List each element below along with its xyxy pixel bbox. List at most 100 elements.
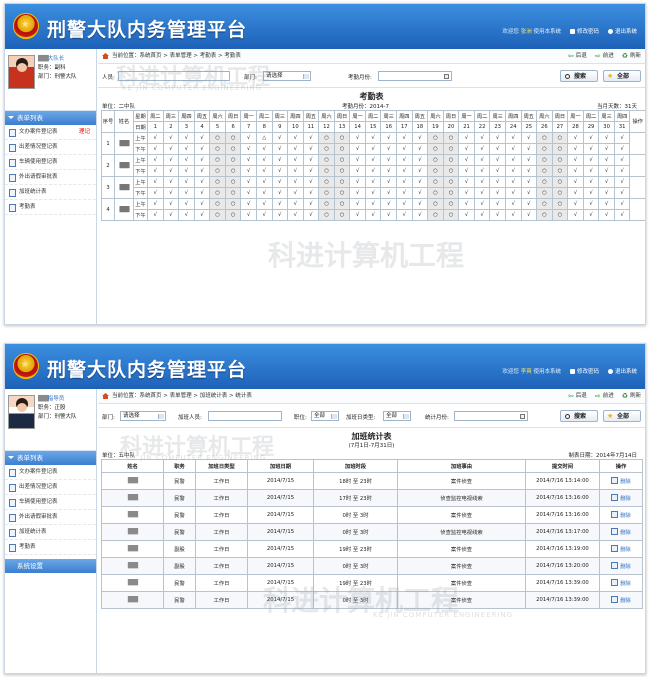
attendance-mark[interactable]: √ bbox=[473, 198, 491, 210]
attendance-mark[interactable]: √ bbox=[567, 187, 584, 199]
attendance-mark[interactable]: √ bbox=[162, 132, 180, 144]
sidebar-item-business-trip[interactable]: 出差情况登记表 bbox=[5, 480, 96, 495]
attendance-mark[interactable]: ○ bbox=[427, 176, 444, 188]
attendance-mark[interactable]: √ bbox=[489, 187, 506, 199]
attendance-mark[interactable]: √ bbox=[396, 198, 413, 210]
attendance-mark[interactable]: ○ bbox=[427, 165, 444, 177]
dept-select[interactable]: 请选择 bbox=[120, 411, 166, 421]
attendance-mark[interactable]: √ bbox=[504, 143, 522, 155]
attendance-mark[interactable]: ○ bbox=[551, 176, 569, 188]
attendance-mark[interactable]: √ bbox=[162, 187, 180, 199]
attendance-mark[interactable]: √ bbox=[255, 165, 273, 177]
month-input[interactable] bbox=[454, 411, 528, 421]
attendance-mark[interactable]: ○ bbox=[442, 132, 460, 144]
attendance-mark[interactable]: √ bbox=[504, 209, 522, 221]
forward-button[interactable]: ⇨ 前进 bbox=[595, 389, 614, 404]
sidebar-item-vehicle-usage[interactable]: 车辆使用登记表 bbox=[5, 495, 96, 510]
attendance-mark[interactable]: √ bbox=[302, 176, 320, 188]
attendance-mark[interactable]: √ bbox=[613, 187, 631, 199]
post-select[interactable]: 全部 bbox=[311, 411, 339, 421]
attendance-mark[interactable]: √ bbox=[598, 198, 615, 210]
attendance-mark[interactable]: ○ bbox=[224, 165, 242, 177]
attendance-mark[interactable]: ○ bbox=[209, 154, 226, 166]
attendance-mark[interactable]: √ bbox=[396, 209, 413, 221]
attendance-mark[interactable]: ○ bbox=[551, 187, 569, 199]
attendance-mark[interactable]: √ bbox=[520, 154, 538, 166]
attendance-mark[interactable]: ○ bbox=[318, 209, 335, 221]
attendance-mark[interactable]: √ bbox=[458, 187, 475, 199]
attendance-mark[interactable]: √ bbox=[458, 143, 475, 155]
attendance-mark[interactable]: √ bbox=[271, 209, 289, 221]
attendance-mark[interactable]: √ bbox=[287, 187, 304, 199]
attendance-mark[interactable]: √ bbox=[520, 143, 538, 155]
attendance-mark[interactable]: √ bbox=[147, 132, 164, 144]
attendance-mark[interactable]: √ bbox=[613, 165, 631, 177]
attendance-mark[interactable]: √ bbox=[380, 154, 397, 166]
attendance-mark[interactable]: √ bbox=[380, 132, 397, 144]
attendance-mark[interactable]: ○ bbox=[442, 209, 460, 221]
attendance-mark[interactable]: ○ bbox=[536, 187, 553, 199]
attendance-mark[interactable]: √ bbox=[582, 198, 600, 210]
attendance-mark[interactable]: √ bbox=[473, 176, 491, 188]
row-op[interactable] bbox=[629, 198, 645, 221]
attendance-mark[interactable]: √ bbox=[411, 165, 429, 177]
back-button[interactable]: ⇦ 后退 bbox=[568, 389, 587, 404]
attendance-mark[interactable]: √ bbox=[582, 143, 600, 155]
show-all-button[interactable]: ★ 全部 bbox=[603, 410, 641, 422]
attendance-mark[interactable]: √ bbox=[349, 209, 366, 221]
attendance-mark[interactable]: √ bbox=[520, 209, 538, 221]
attendance-mark[interactable]: √ bbox=[193, 187, 211, 199]
attendance-mark[interactable]: √ bbox=[349, 165, 366, 177]
type-select[interactable]: 全部 bbox=[383, 411, 411, 421]
sidebar-item-leave-approval[interactable]: 外出请假审批表 bbox=[5, 170, 96, 185]
attendance-mark[interactable]: ○ bbox=[333, 187, 351, 199]
attendance-mark[interactable]: √ bbox=[411, 132, 429, 144]
person-input[interactable] bbox=[118, 71, 230, 81]
attendance-mark[interactable]: √ bbox=[255, 143, 273, 155]
attendance-mark[interactable]: ○ bbox=[333, 176, 351, 188]
attendance-mark[interactable]: ○ bbox=[427, 132, 444, 144]
menu-system-settings[interactable]: 系统设置 bbox=[5, 559, 96, 573]
attendance-mark[interactable]: √ bbox=[302, 132, 320, 144]
attendance-mark[interactable]: √ bbox=[520, 198, 538, 210]
attendance-mark[interactable]: ○ bbox=[551, 198, 569, 210]
attendance-mark[interactable]: √ bbox=[287, 198, 304, 210]
attendance-mark[interactable]: √ bbox=[380, 209, 397, 221]
attendance-mark[interactable]: ○ bbox=[318, 198, 335, 210]
attendance-mark[interactable]: √ bbox=[613, 176, 631, 188]
attendance-mark[interactable]: ○ bbox=[427, 143, 444, 155]
attendance-mark[interactable]: √ bbox=[582, 176, 600, 188]
sidebar-item-overtime[interactable]: 加班统计表 bbox=[5, 185, 96, 200]
attendance-mark[interactable]: √ bbox=[240, 165, 257, 177]
attendance-mark[interactable]: √ bbox=[302, 209, 320, 221]
attendance-mark[interactable]: √ bbox=[582, 165, 600, 177]
menu-header[interactable]: 表单列表 bbox=[5, 451, 96, 465]
attendance-mark[interactable]: √ bbox=[147, 209, 164, 221]
attendance-mark[interactable]: √ bbox=[364, 176, 382, 188]
attendance-mark[interactable]: √ bbox=[162, 198, 180, 210]
attendance-mark[interactable]: √ bbox=[162, 154, 180, 166]
attendance-mark[interactable]: ○ bbox=[442, 187, 460, 199]
refresh-button[interactable]: ♻ 刷新 bbox=[622, 389, 641, 404]
attendance-mark[interactable]: √ bbox=[271, 154, 289, 166]
attendance-mark[interactable]: √ bbox=[520, 187, 538, 199]
attendance-mark[interactable]: √ bbox=[162, 209, 180, 221]
attendance-mark[interactable]: √ bbox=[147, 198, 164, 210]
attendance-mark[interactable]: ○ bbox=[224, 132, 242, 144]
attendance-mark[interactable]: √ bbox=[489, 176, 506, 188]
logout-link[interactable]: 退出系统 bbox=[607, 27, 637, 35]
attendance-mark[interactable]: √ bbox=[193, 198, 211, 210]
attendance-mark[interactable]: √ bbox=[567, 209, 584, 221]
attendance-mark[interactable]: √ bbox=[411, 187, 429, 199]
attendance-mark[interactable]: √ bbox=[349, 132, 366, 144]
attendance-mark[interactable]: √ bbox=[473, 165, 491, 177]
attendance-mark[interactable]: √ bbox=[364, 143, 382, 155]
attendance-mark[interactable]: √ bbox=[349, 154, 366, 166]
attendance-mark[interactable]: √ bbox=[302, 143, 320, 155]
delete-link[interactable]: 删除 bbox=[611, 547, 631, 553]
delete-link[interactable]: 删除 bbox=[611, 598, 631, 604]
attendance-mark[interactable]: ○ bbox=[209, 143, 226, 155]
attendance-mark[interactable]: √ bbox=[411, 143, 429, 155]
attendance-mark[interactable]: ○ bbox=[224, 176, 242, 188]
attendance-mark[interactable]: ○ bbox=[224, 209, 242, 221]
